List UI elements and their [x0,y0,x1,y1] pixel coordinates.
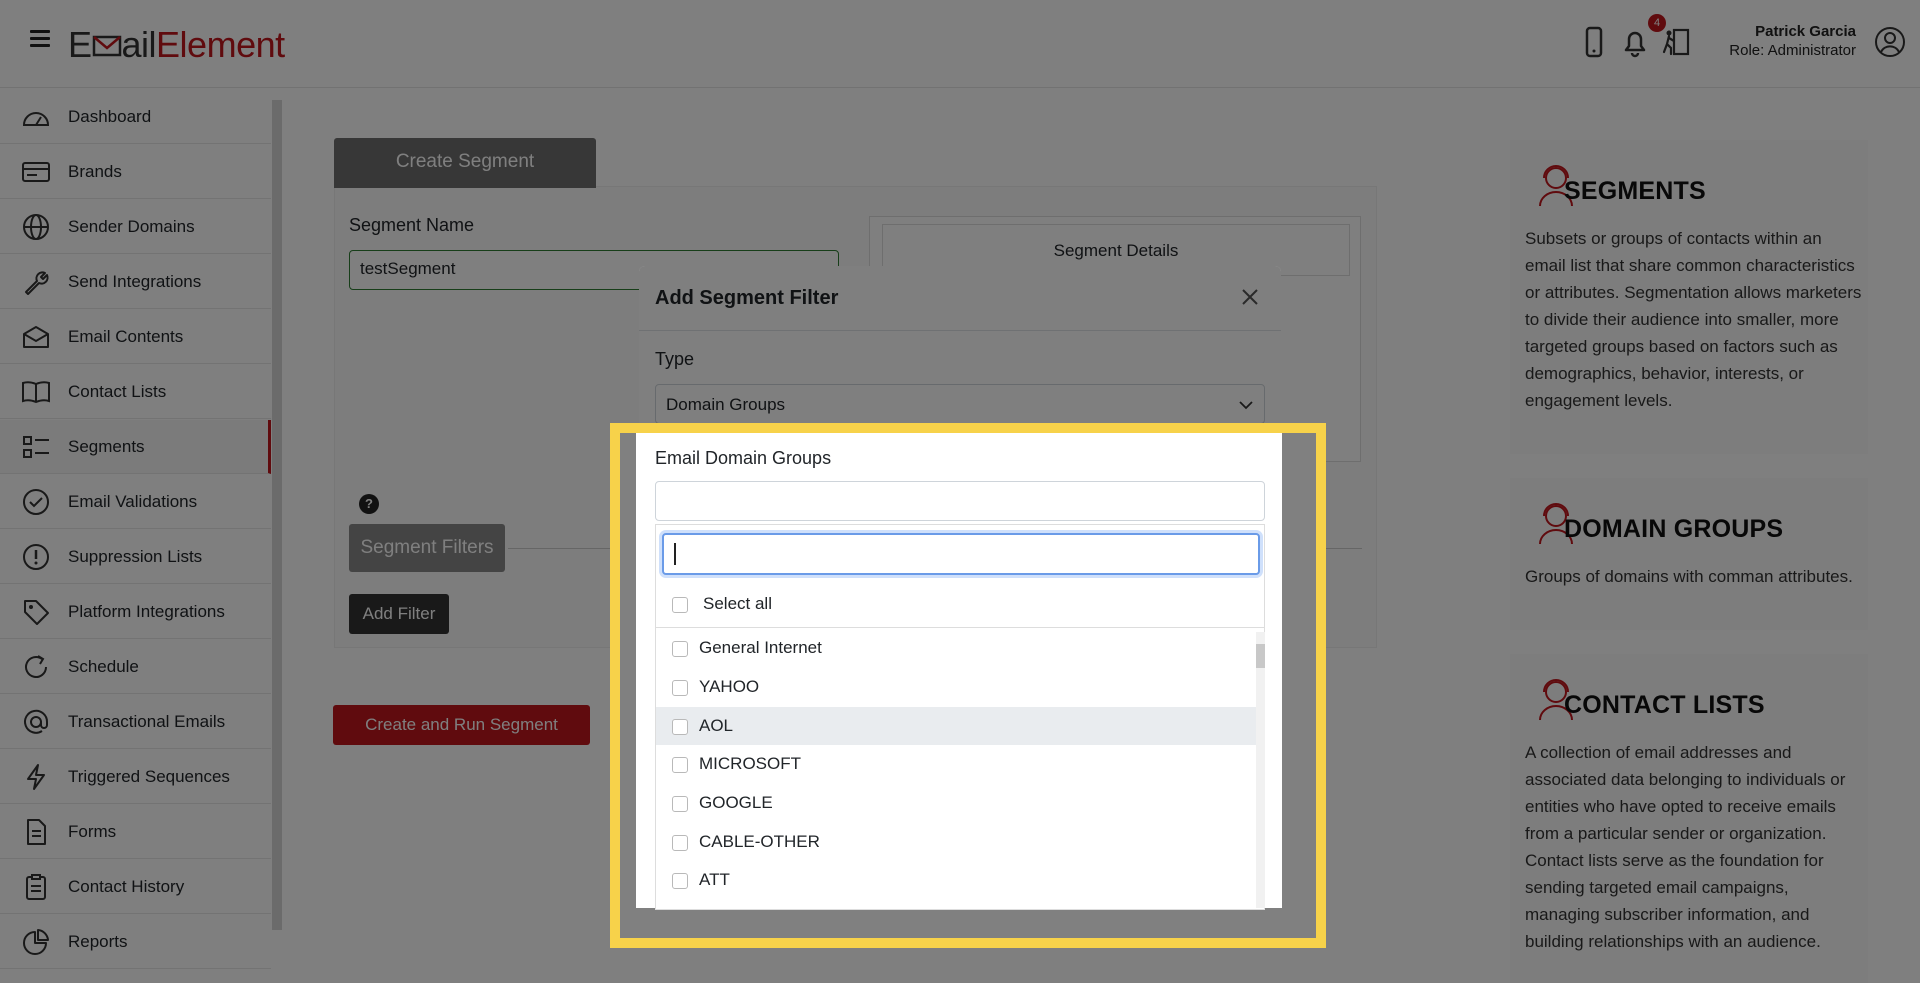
dropdown-scrollbar-thumb[interactable] [1256,644,1265,668]
option-label: CABLE-OTHER [699,832,820,851]
option-label: ATT [699,870,730,889]
select-all-checkbox[interactable] [672,597,688,613]
option-checkbox[interactable] [672,796,688,812]
dropdown-search-input[interactable] [662,533,1260,575]
dropdown-scrollbar[interactable] [1256,632,1265,908]
option-checkbox[interactable] [672,873,688,889]
email-domain-groups-label: Email Domain Groups [655,448,832,468]
option-label: GOOGLE [699,793,773,812]
option-checkbox[interactable] [672,680,688,696]
option-checkbox[interactable] [672,757,688,773]
option-label: MICROSOFT [699,754,801,773]
option-checkbox[interactable] [672,719,688,735]
option-label: YAHOO [699,677,760,696]
option-label: General Internet [699,638,822,657]
option-label: AOL [699,716,734,735]
email-domain-groups-select[interactable] [655,481,1265,521]
option-checkbox[interactable] [672,835,688,851]
dropdown-option[interactable] [656,862,1256,900]
select-all-label: Select all [703,594,772,613]
text-caret [674,543,676,565]
option-checkbox[interactable] [672,641,688,657]
modal-dim-layer [639,266,1281,430]
dropdown-option-hovered[interactable] [656,707,1256,745]
